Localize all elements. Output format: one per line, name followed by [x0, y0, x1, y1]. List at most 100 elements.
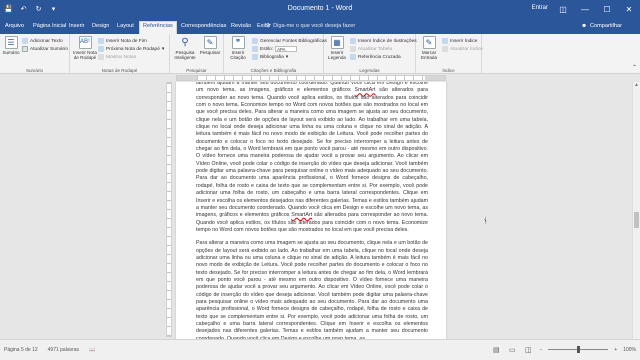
manage-sources-icon [252, 38, 258, 44]
tab-layout[interactable]: Layout [114, 22, 137, 30]
document-page[interactable]: também ajudam a manter seu documento coo… [176, 82, 446, 339]
read-mode-icon[interactable]: ▤ [491, 345, 501, 354]
group-notas: AB¹ Inserir Nota de Rodapé Inserir Nota … [70, 34, 170, 74]
cross-reference-button[interactable]: Referência Cruzada [350, 54, 401, 60]
insert-table-of-figures-label: Inserir Índice de Ilustrações [358, 38, 417, 44]
tab-referencias[interactable]: Referências [139, 21, 177, 34]
word-count[interactable]: 4971 palavras [48, 347, 79, 353]
document-body[interactable]: também ajudam a manter seu documento coo… [196, 82, 428, 339]
group-citacoes: ❞ Inserir Citação Gerenciar Fontes Bibli… [224, 34, 327, 74]
bibliography-label: Bibliografia [260, 54, 284, 60]
tab-revisao[interactable]: Revisão [228, 22, 254, 30]
group-pesquisar-name: Pesquisar [186, 68, 207, 73]
update-table-label: Atualizar Tabela [358, 46, 393, 52]
ruler-ticks [197, 76, 425, 80]
horizontal-ruler[interactable] [176, 75, 446, 81]
restore-icon[interactable]: ◫ [552, 0, 574, 19]
close-icon[interactable]: ✕ [618, 0, 640, 19]
tab-arquivo[interactable]: Arquivo [2, 22, 27, 30]
tab-correspondencias[interactable]: Correspondências [178, 22, 229, 30]
insert-index-label: Inserir Índice [450, 38, 478, 44]
update-index-label: Atualizar Índice [450, 46, 483, 52]
insert-endnote-button[interactable]: Inserir Nota de Fim [98, 38, 147, 44]
show-notes-label: Mostrar Notas [106, 54, 137, 60]
chevron-down-icon: ▾ [285, 54, 289, 60]
tab-design[interactable]: Design [89, 22, 112, 30]
group-legendas: ▦ Inserir Legenda Inserir Índice de Ilus… [324, 34, 417, 74]
zoom-level[interactable]: 100% [623, 347, 636, 353]
vertical-ruler-ticks [167, 83, 171, 336]
scrollbar-thumb[interactable] [634, 212, 639, 228]
status-left: Página 5 de 12 4971 palavras 📖 [4, 347, 95, 353]
web-layout-icon[interactable]: ◫ [523, 345, 533, 354]
insert-index-button[interactable]: Inserir Índice [442, 38, 477, 44]
caption-icon: ▦ [330, 36, 344, 49]
smart-lookup-button[interactable]: ⚲ Pesquisa Inteligente [172, 36, 198, 61]
update-index-button[interactable]: Atualizar Índice [442, 46, 483, 52]
collapse-ribbon-icon[interactable]: ⌃ [632, 64, 637, 71]
proofing-icon[interactable]: 📖 [89, 347, 95, 353]
table-of-contents-icon: ☰ [4, 36, 18, 49]
add-text-button[interactable]: Adicionar Texto [22, 38, 63, 44]
show-notes-button[interactable]: Mostrar Notas [98, 54, 136, 60]
print-layout-icon[interactable]: ▭ [507, 345, 517, 354]
insert-caption-button[interactable]: ▦ Inserir Legenda [326, 36, 348, 60]
share-button[interactable]: ☻ Compartilhar [581, 23, 622, 29]
status-bar: Página 5 de 12 4971 palavras 📖 ▤ ▭ ◫ − +… [0, 339, 640, 360]
bibliography-button[interactable]: Bibliografia ▾ [252, 54, 288, 60]
update-table-button[interactable]: Atualizar Tabela [350, 46, 392, 52]
sign-in-link[interactable]: Entrar [532, 5, 548, 11]
scroll-up-icon[interactable]: ▲ [633, 82, 640, 89]
style-dropdown[interactable]: APA [275, 46, 298, 52]
sumario-label: Sumário [2, 50, 20, 55]
maximize-icon[interactable]: ☐ [596, 0, 618, 19]
search-icon: ⚲ [181, 37, 189, 48]
zoom-slider[interactable] [548, 346, 609, 353]
insert-footnote-button[interactable]: AB¹ Inserir Nota de Rodapé [72, 36, 98, 60]
zoom-out-icon[interactable]: − [539, 347, 542, 353]
mark-entry-button[interactable]: ✎ Marcar Entrada [418, 36, 440, 60]
mark-entry-label: Marcar Entrada [420, 50, 438, 60]
add-text-label: Adicionar Texto [30, 38, 63, 44]
minimize-icon[interactable]: — [574, 0, 596, 19]
chevron-down-icon: ▾ [161, 46, 165, 52]
next-footnote-button[interactable]: Próxima Nota de Rodapé ▾ [98, 46, 164, 52]
text-cursor-icon: ᛀ [483, 216, 488, 225]
vertical-scrollbar[interactable]: ▲ [632, 82, 640, 339]
smart-lookup-label: Pesquisa Inteligente [174, 50, 196, 60]
zoom-in-icon[interactable]: + [614, 347, 617, 353]
group-sumario-name: Sumário [25, 68, 44, 73]
manage-sources-button[interactable]: Gerenciar Fontes Bibliográficas [252, 38, 327, 44]
text-run: são alterados para corresponder ao novo … [196, 87, 428, 219]
endnote-icon [98, 38, 104, 44]
researcher-button[interactable]: ✎ Pesquisar [198, 36, 222, 55]
add-text-icon [22, 38, 28, 44]
insert-citation-button[interactable]: ❞ Inserir Citação [226, 36, 250, 60]
page-count[interactable]: Página 5 de 12 [4, 347, 38, 353]
ruler-right-margin [425, 76, 445, 80]
tab-inserir[interactable]: Inserir [66, 22, 88, 30]
insert-endnote-label: Inserir Nota de Fim [106, 38, 147, 44]
update-table-icon [350, 46, 356, 52]
status-right: ▤ ▭ ◫ − + 100% [491, 345, 636, 354]
group-sumario: ☰ Sumário Adicionar Texto Atualizar Sumá… [0, 34, 70, 74]
update-toc-label: Atualizar Sumário [30, 46, 68, 52]
spelling-flag[interactable]: SmartArt [355, 87, 376, 93]
spelling-flag[interactable]: SmartArt [291, 212, 312, 218]
cross-reference-icon [350, 54, 356, 60]
paragraph: também ajudam a manter seu documento coo… [196, 82, 428, 234]
insert-table-of-figures-button[interactable]: Inserir Índice de Ilustrações [350, 38, 417, 44]
title-bar: 💾 ↶ ↻ ▾ Documento 1 - Word Entrar ◫ — ☐ … [0, 0, 640, 19]
zoom-slider-knob[interactable] [577, 346, 581, 353]
update-toc-button[interactable]: Atualizar Sumário [22, 46, 68, 52]
insert-index-icon [442, 38, 448, 44]
sumario-button[interactable]: ☰ Sumário [2, 36, 20, 55]
style-selector[interactable]: Estilo: APA [252, 46, 298, 52]
citation-icon: ❞ [231, 36, 245, 49]
style-icon [252, 46, 258, 52]
vertical-ruler[interactable] [166, 82, 172, 337]
share-label: Compartilhar [589, 23, 622, 29]
mark-entry-icon: ✎ [422, 36, 436, 49]
tell-me-box[interactable]: ⚲ Diga-me o que você deseja fazer [266, 23, 355, 29]
tab-pagina-inicial[interactable]: Página Inicial [30, 22, 69, 30]
